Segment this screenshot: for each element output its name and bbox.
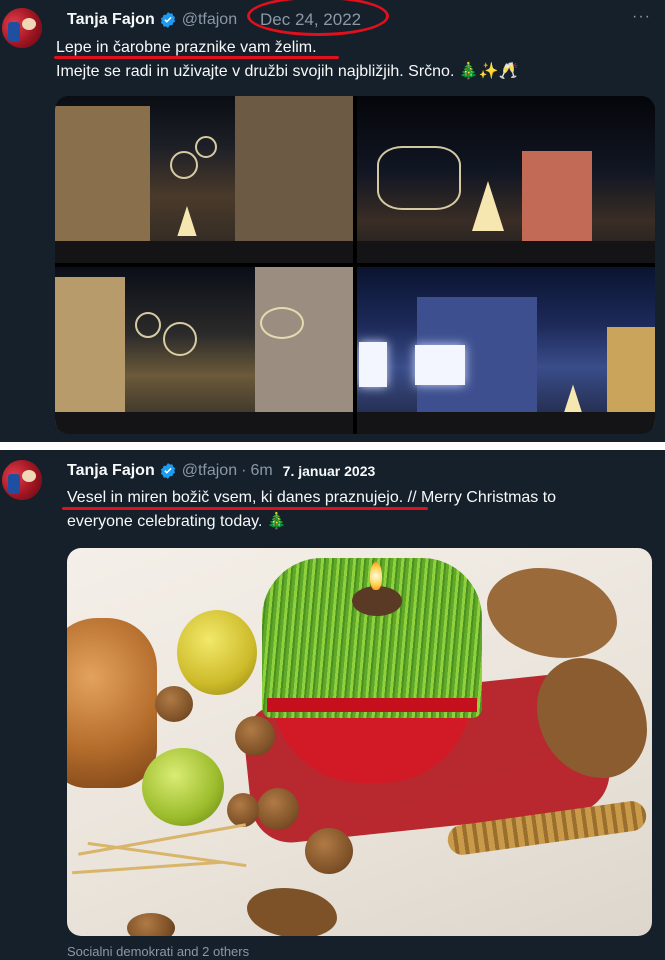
separator-dot: · [241, 462, 247, 479]
tagged-users[interactable]: Socialni demokrati and 2 others [67, 944, 249, 959]
more-options-icon[interactable]: ··· [632, 8, 651, 26]
photo-street-rings[interactable] [55, 267, 353, 434]
date-highlight-circle [247, 0, 389, 36]
candle-flame [370, 562, 382, 590]
bread [67, 618, 157, 788]
author-handle[interactable]: @tfajon [182, 11, 237, 29]
tweet-header: Tanja Fajon @tfajon [67, 9, 237, 31]
tweet-header: Tanja Fajon @tfajon · 6m 7. januar 2023 [67, 460, 375, 482]
image-divider [0, 442, 665, 450]
apple [177, 610, 257, 695]
verified-badge-icon [160, 463, 175, 479]
date-annotation: 7. januar 2023 [282, 463, 376, 479]
photo-palace-screens[interactable] [357, 267, 655, 434]
apple [142, 748, 224, 826]
tweet-text-line-2: Imejte se radi in uživajte v družbi svoj… [56, 63, 519, 80]
text-underline-annotation [54, 56, 339, 59]
photo-street-lights[interactable] [55, 96, 353, 263]
avatar[interactable] [2, 8, 42, 48]
tweet-time[interactable]: 6m [250, 462, 272, 480]
photo-square-tree[interactable] [357, 96, 655, 263]
author-handle[interactable]: @tfajon [182, 462, 237, 480]
author-name[interactable]: Tanja Fajon [67, 462, 155, 480]
avatar[interactable] [2, 460, 42, 500]
underlined-text: Vesel in miren božič vsem, ki danes praz… [67, 489, 404, 506]
author-name[interactable]: Tanja Fajon [67, 11, 155, 29]
candle [352, 586, 402, 616]
tweet-photo-grid[interactable] [55, 96, 655, 434]
tweet-card[interactable]: Tanja Fajon @tfajon Dec 24, 2022 ··· Lep… [0, 0, 665, 442]
tweet-text-line-2: everyone celebrating today. 🎄 [67, 513, 287, 530]
tweet-photo-badnjak[interactable] [67, 548, 652, 936]
text-rest: // Merry Christmas to [403, 489, 557, 506]
verified-badge-icon [160, 12, 175, 28]
